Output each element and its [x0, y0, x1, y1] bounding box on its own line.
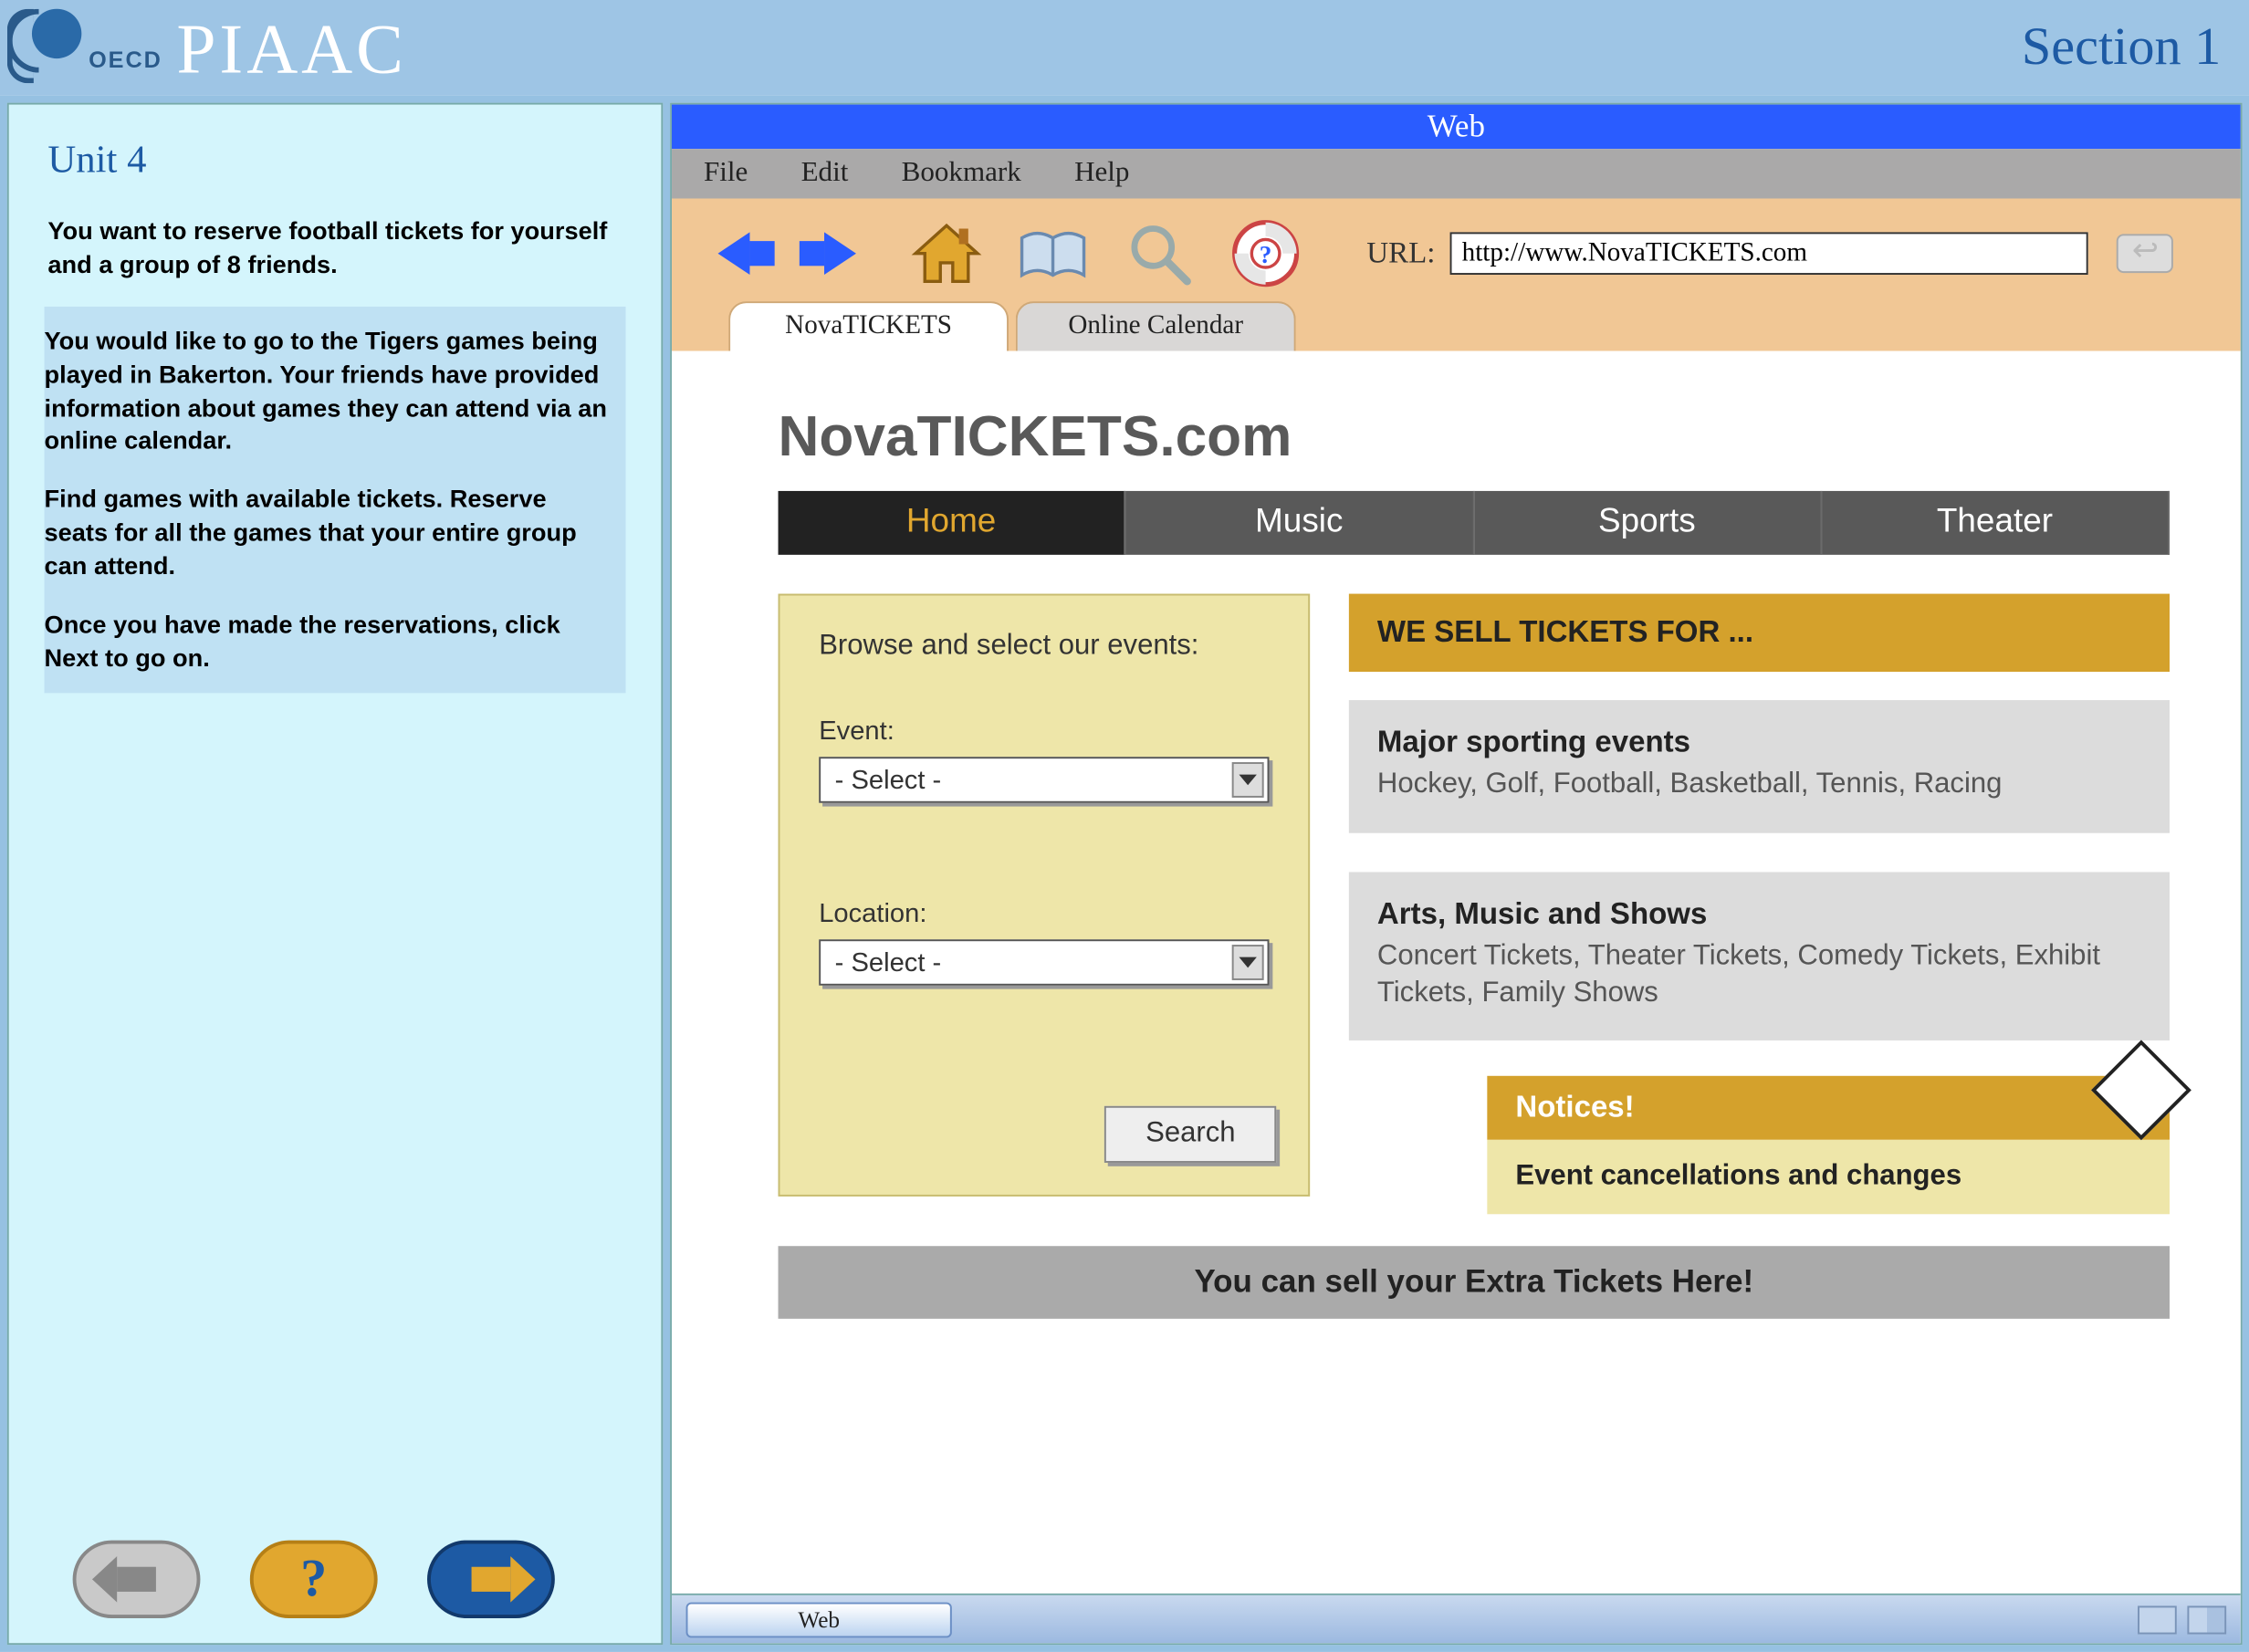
location-select-value: - Select -	[835, 947, 942, 978]
site-title: NovaTICKETS.com	[779, 404, 2170, 470]
nav-theater[interactable]: Theater	[1822, 491, 2170, 555]
bookmark-button[interactable]	[1012, 213, 1093, 294]
oecd-logo	[7, 16, 82, 79]
nav-button-row: ?	[9, 1522, 662, 1643]
lifebuoy-icon: ?	[1229, 216, 1303, 291]
search-button[interactable]: Search	[1104, 1106, 1276, 1163]
menu-bar: File Edit Bookmark Help	[672, 149, 2241, 198]
home-button[interactable]	[905, 213, 987, 294]
help-button[interactable]: ?	[250, 1541, 378, 1618]
question-icon: ?	[300, 1549, 327, 1609]
back-button[interactable]	[73, 1541, 201, 1618]
svg-text:?: ?	[1260, 241, 1272, 268]
arrow-right-icon	[824, 232, 856, 275]
section-label: Section 1	[2022, 17, 2221, 78]
location-label: Location:	[819, 899, 1276, 929]
url-input[interactable]	[1449, 232, 2087, 275]
browse-heading: Browse and select our events:	[819, 631, 1276, 663]
taskbar-icons	[2138, 1605, 2226, 1633]
branding: OECD PIAAC	[7, 6, 407, 89]
intro-text: You want to reserve football tickets for…	[47, 214, 625, 281]
site-nav: Home Music Sports Theater	[779, 491, 2170, 555]
browse-box: Browse and select our events: Event: - S…	[779, 594, 1311, 1197]
taskbar: Web	[672, 1594, 2241, 1643]
piaac-text: PIAAC	[176, 6, 407, 89]
notices-title: Notices!	[1515, 1091, 1634, 1124]
nav-sports[interactable]: Sports	[1474, 491, 1822, 555]
menu-help[interactable]: Help	[1074, 158, 1129, 190]
menu-file[interactable]: File	[704, 158, 748, 190]
arts-title: Arts, Music and Shows	[1377, 896, 2141, 932]
browser-back-button[interactable]	[693, 213, 774, 294]
browser-tabs: NovaTICKETS Online Calendar	[693, 301, 2219, 350]
page-body: NovaTICKETS.com Home Music Sports Theate…	[672, 351, 2241, 1644]
app-header: OECD PIAAC Section 1	[0, 0, 2249, 96]
instruction-p2: Find games with available tickets. Reser…	[45, 483, 612, 583]
url-label: URL:	[1366, 235, 1435, 271]
info-column: WE SELL TICKETS FOR ... Major sporting e…	[1349, 594, 2170, 1215]
notices-title-bar[interactable]: Notices! !	[1487, 1077, 2170, 1141]
arts-text: Concert Tickets, Theater Tickets, Comedy…	[1377, 939, 2141, 1013]
instruction-box: You would like to go to the Tigers games…	[45, 307, 626, 693]
event-select[interactable]: - Select -	[819, 757, 1269, 802]
home-icon	[909, 216, 984, 291]
chevron-down-icon	[1232, 762, 1264, 798]
arrow-left-icon	[117, 1567, 156, 1592]
sporting-events-box: Major sporting events Hockey, Golf, Foot…	[1349, 700, 2170, 832]
toolbar-help-button[interactable]: ?	[1225, 213, 1306, 294]
url-area: URL:	[1366, 232, 2172, 275]
arrow-right-icon	[472, 1567, 511, 1592]
arrow-left-icon	[718, 232, 750, 275]
toolbar: ? URL: NovaTICKETS Online Calendar	[672, 199, 2241, 351]
oecd-text: OECD	[89, 46, 162, 72]
instruction-p3: Once you have made the reservations, cli…	[45, 608, 612, 674]
book-icon	[1016, 216, 1091, 291]
go-button[interactable]	[2116, 234, 2172, 273]
location-select[interactable]: - Select -	[819, 939, 1269, 985]
sporting-title: Major sporting events	[1377, 725, 2141, 760]
notices-block: Notices! ! Event cancellations and chang…	[1487, 1077, 2170, 1215]
arts-box: Arts, Music and Shows Concert Tickets, T…	[1349, 872, 2170, 1041]
search-button[interactable]	[1118, 213, 1199, 294]
nav-music[interactable]: Music	[1126, 491, 1474, 555]
nav-home[interactable]: Home	[779, 491, 1126, 555]
next-button[interactable]	[427, 1541, 555, 1618]
event-label: Event:	[819, 716, 1276, 747]
chevron-down-icon	[1232, 945, 1264, 980]
notices-subtitle[interactable]: Event cancellations and changes	[1487, 1140, 2170, 1215]
tab-online-calendar[interactable]: Online Calendar	[1016, 301, 1296, 350]
extra-tickets-bar[interactable]: You can sell your Extra Tickets Here!	[779, 1247, 2170, 1320]
taskbar-web-button[interactable]: Web	[686, 1602, 952, 1637]
sporting-text: Hockey, Golf, Football, Basketball, Tenn…	[1377, 768, 2141, 804]
window-split-icon[interactable]	[2187, 1605, 2226, 1633]
window-layout-icon[interactable]	[2138, 1605, 2177, 1633]
instruction-p1: You would like to go to the Tigers games…	[45, 324, 612, 458]
tab-novatickets[interactable]: NovaTICKETS	[728, 301, 1009, 350]
search-icon	[1122, 216, 1197, 291]
alert-icon: !	[2091, 1040, 2191, 1141]
browser-forward-button[interactable]	[800, 213, 881, 294]
window-title: Web	[672, 105, 2241, 150]
menu-edit[interactable]: Edit	[801, 158, 849, 190]
sell-header: WE SELL TICKETS FOR ...	[1349, 594, 2170, 672]
event-select-value: - Select -	[835, 765, 942, 795]
browser-panel: Web File Edit Bookmark Help	[670, 103, 2243, 1646]
menu-bookmark[interactable]: Bookmark	[902, 158, 1021, 190]
unit-title: Unit 4	[47, 137, 625, 183]
instruction-panel: Unit 4 You want to reserve football tick…	[7, 103, 664, 1646]
